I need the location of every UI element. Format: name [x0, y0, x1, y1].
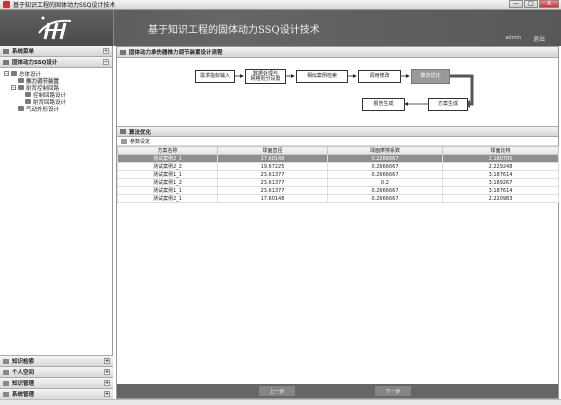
table-cell: 测试案例2_1 [117, 194, 218, 203]
minimize-button[interactable]: — [509, 0, 523, 8]
table-cell: 2.220983 [442, 194, 559, 203]
settings-icon [121, 138, 127, 144]
menu-icon [3, 48, 9, 54]
user-icon [3, 369, 9, 375]
table-cell: 0.2666667 [327, 170, 443, 179]
logo-icon [37, 16, 71, 40]
sidebar-header: 系统菜单 « [0, 46, 112, 57]
table-cell: 23.61377 [217, 170, 328, 179]
table-cell: 3.187614 [442, 170, 559, 179]
table-cell: 17.60148 [217, 154, 328, 163]
table-row[interactable]: 测试案例2_1 17.60148 0.2266667 2.180705 [117, 154, 559, 163]
flow-icon [120, 49, 126, 55]
window-titlebar: 基于知识工程的固体动力SSQ设计技术 — □ X [0, 0, 561, 10]
accordion-personal-space[interactable]: 个人空间 + [0, 366, 113, 377]
col-header-ratio[interactable]: 球面比特 [442, 146, 559, 155]
list-icon [120, 129, 126, 134]
folder-icon [3, 59, 9, 65]
flow-panel-header: 固体动力承伤器推力调节装置设计流程 [117, 47, 558, 58]
table-cell: 测试案例1_1 [117, 186, 218, 195]
expand-toggle-icon[interactable]: − [4, 71, 9, 76]
table-cell: 0.2666667 [327, 162, 443, 171]
flow-arrows [235, 74, 474, 108]
sidebar-accordion: 知识检索 + 个人空间 + 知识管理 + 系统管理 + [0, 355, 113, 399]
flow-node-algorithm-optimize[interactable]: 算法优化 [411, 69, 450, 84]
banner-title: 基于知识工程的固体动力SSQ设计技术 [148, 25, 320, 36]
folder-icon [11, 71, 17, 76]
sidebar: 系统菜单 « 固体动力SSQ设计 − − 总体设计 推力调节装置 − 耐背控制回… [0, 46, 113, 399]
current-user: admin [505, 35, 521, 41]
sidebar-section-ssq[interactable]: 固体动力SSQ设计 − [0, 57, 112, 68]
flow-node-modify[interactable]: 调用修改 [358, 70, 401, 83]
logout-link[interactable]: 退出 [533, 34, 545, 43]
table-row[interactable]: 测试案例1_1 23.61377 0.2666667 3.187614 [117, 186, 559, 195]
table-cell: 0.2266667 [327, 154, 443, 163]
gear-icon [3, 391, 9, 397]
table-cell: 测试案例2_2 [117, 162, 218, 171]
table-cell: 测试案例1_2 [117, 178, 218, 187]
param-settings[interactable]: 参数设定 [117, 137, 558, 146]
logo [0, 10, 113, 46]
table-cell: 测试案例2_1 [117, 154, 218, 163]
expand-icon[interactable]: + [104, 391, 110, 397]
book-icon [3, 380, 9, 386]
page-icon [18, 106, 24, 111]
next-step-button[interactable]: 下一步 [375, 386, 411, 396]
page-icon [18, 78, 24, 83]
header-banner: 基于知识工程的固体动力SSQ设计技术 admin 退出 [0, 10, 561, 46]
table-cell: 23.61377 [217, 178, 328, 187]
section-collapse-button[interactable]: − [103, 59, 109, 65]
table-cell: 0.2666667 [327, 194, 443, 203]
optimize-panel-header: 算法优化 [117, 126, 558, 137]
expand-icon[interactable]: + [104, 369, 110, 375]
expand-toggle-icon[interactable]: − [11, 85, 16, 90]
table-cell: 23.61377 [217, 186, 328, 195]
main-content: 固体动力承伤器推力调节装置设计流程 需求指标输入 数据处理与 网格划分设置 相似… [116, 46, 559, 399]
page-icon [25, 99, 31, 104]
app-icon [3, 1, 10, 8]
collapse-sidebar-button[interactable]: « [103, 48, 109, 54]
pager-bar: 上一步 下一步 [117, 384, 558, 398]
table-row[interactable]: 测试案例2_1 17.60148 0.2666667 2.220983 [117, 194, 559, 203]
flow-node-plan-generate[interactable]: 方案生成 [428, 98, 468, 111]
col-header-friction[interactable]: 球面摩擦系数 [327, 146, 443, 155]
expand-icon[interactable]: + [104, 358, 110, 364]
col-header-diameter[interactable]: 球面直径 [217, 146, 328, 155]
accordion-knowledge-manage[interactable]: 知识管理 + [0, 377, 113, 388]
flow-node-case-retrieval[interactable]: 相似案例检索 [296, 70, 348, 83]
table-row[interactable]: 测试案例1_1 23.61377 0.2666667 3.187614 [117, 170, 559, 179]
table-cell: 3.187614 [442, 186, 559, 195]
maximize-button[interactable]: □ [524, 0, 538, 8]
flow-node-requirements[interactable]: 需求指标输入 [195, 70, 235, 83]
table-cell: 2.229248 [442, 162, 559, 171]
folder-icon [18, 85, 24, 90]
window-title: 基于知识工程的固体动力SSQ设计技术 [13, 2, 116, 9]
close-button[interactable]: X [539, 0, 559, 8]
table-header-row: 方案名称 球面直径 球面摩擦系数 球面比特 [117, 146, 559, 155]
flow-node-data-process[interactable]: 数据处理与 网格划分设置 [245, 69, 286, 84]
design-flowchart: 需求指标输入 数据处理与 网格划分设置 相似案例检索 调用修改 算法优化 方案生… [117, 58, 558, 126]
table-cell: 3.189267 [442, 178, 559, 187]
table-cell: 19.67225 [217, 162, 328, 171]
table-cell: 17.60148 [217, 194, 328, 203]
tree-item-aero-shape[interactable]: 气动外形设计 [4, 105, 112, 113]
accordion-system-manage[interactable]: 系统管理 + [0, 388, 113, 399]
table-cell: 0.2 [327, 178, 443, 187]
table-cell: 测试案例1_1 [117, 170, 218, 179]
table-cell: 2.180705 [442, 154, 559, 163]
nav-tree: − 总体设计 推力调节装置 − 耐背控制回路 控制回路设计 耐背回路设计 气动外… [0, 68, 112, 113]
flow-node-report[interactable]: 报告生成 [362, 98, 405, 111]
accordion-knowledge-search[interactable]: 知识检索 + [0, 355, 113, 366]
table-row[interactable]: 测试案例2_2 19.67225 0.2666667 2.229248 [117, 162, 559, 171]
expand-icon[interactable]: + [104, 380, 110, 386]
status-bar [0, 399, 561, 405]
col-header-name[interactable]: 方案名称 [117, 146, 218, 155]
table-row[interactable]: 测试案例1_2 23.61377 0.2 3.189267 [117, 178, 559, 187]
search-icon [3, 358, 9, 364]
page-icon [25, 92, 31, 97]
prev-step-button[interactable]: 上一步 [259, 386, 295, 396]
table-cell: 0.2666667 [327, 186, 443, 195]
results-table: 方案名称 球面直径 球面摩擦系数 球面比特 测试案例2_1 17.60148 0.2… [117, 146, 559, 203]
